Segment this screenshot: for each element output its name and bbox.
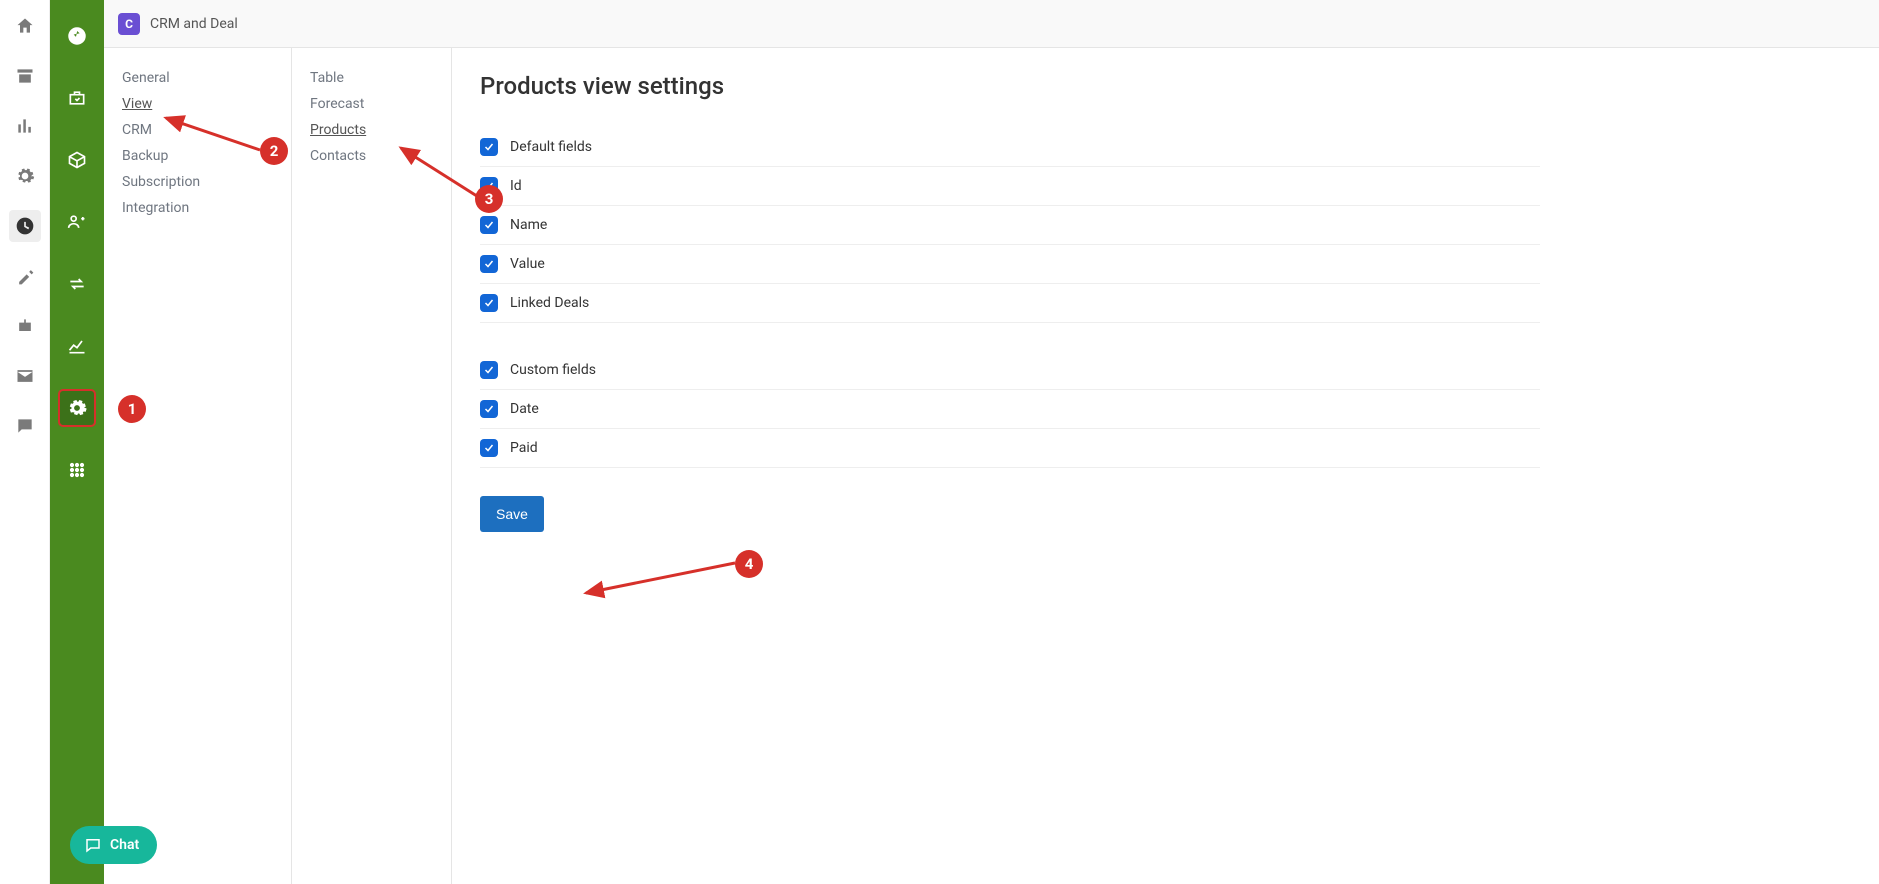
checkbox-icon[interactable] (480, 255, 498, 273)
apps-grid-icon[interactable] (59, 452, 95, 488)
box-icon[interactable] (59, 142, 95, 178)
app-crm-icon[interactable] (9, 210, 41, 242)
settings-nav-item[interactable]: General (122, 70, 271, 86)
annotation-badge-1: 1 (118, 395, 146, 423)
page-title: Products view settings (480, 72, 1839, 100)
settings-nav-item[interactable]: Backup (122, 148, 271, 164)
users-icon[interactable] (59, 204, 95, 240)
trend-icon[interactable] (59, 328, 95, 364)
header-bar: C CRM and Deal (104, 0, 1879, 48)
briefcase-icon[interactable] (59, 80, 95, 116)
field-row[interactable]: Id (480, 167, 1540, 206)
settings-nav-item[interactable]: Subscription (122, 174, 271, 190)
content-area: Products view settings Default fields Id… (452, 48, 1879, 884)
checkbox-icon[interactable] (480, 294, 498, 312)
default-fields-toggle[interactable]: Default fields (480, 128, 1540, 167)
checkbox-icon[interactable] (480, 138, 498, 156)
checkbox-icon[interactable] (480, 439, 498, 457)
chat-label: Chat (110, 837, 139, 853)
chat-button[interactable]: Chat (70, 826, 157, 864)
archive-icon[interactable] (9, 60, 41, 92)
field-label: Name (510, 217, 547, 233)
field-label: Value (510, 256, 545, 272)
field-row[interactable]: Linked Deals (480, 284, 1540, 323)
field-label: Paid (510, 440, 538, 456)
field-label: Id (510, 178, 522, 194)
view-subnav-item[interactable]: Contacts (310, 148, 431, 164)
chat-icon (84, 836, 102, 854)
app-logo-icon[interactable] (59, 18, 95, 54)
settings-nav-item[interactable]: View (122, 96, 271, 112)
view-subnav-item[interactable]: Forecast (310, 96, 431, 112)
annotation-badge-2: 2 (260, 137, 288, 165)
group-label: Custom fields (510, 362, 596, 378)
annotation-badge-4: 4 (735, 550, 763, 578)
comment-icon[interactable] (9, 410, 41, 442)
field-row[interactable]: Name (480, 206, 1540, 245)
annotation-badge-3: 3 (475, 185, 503, 213)
save-button[interactable]: Save (480, 496, 544, 532)
checkbox-icon[interactable] (480, 216, 498, 234)
chart-icon[interactable] (9, 110, 41, 142)
home-icon[interactable] (9, 10, 41, 42)
settings-gear-icon[interactable] (59, 390, 95, 426)
view-subnav-item[interactable]: Table (310, 70, 431, 86)
view-subnav: Table Forecast Products Contacts (292, 48, 452, 884)
gear-grey-icon[interactable] (9, 160, 41, 192)
group-label: Default fields (510, 139, 592, 155)
view-subnav-item[interactable]: Products (310, 122, 431, 138)
field-label: Date (510, 401, 539, 417)
field-row[interactable]: Date (480, 390, 1540, 429)
app-header-icon: C (118, 13, 140, 35)
wand-icon[interactable] (9, 260, 41, 292)
app-sidebar (50, 0, 104, 884)
field-label: Linked Deals (510, 295, 589, 311)
field-row[interactable]: Value (480, 245, 1540, 284)
settings-nav: General View CRM Backup Subscription Integrat… (104, 48, 292, 884)
robot-icon[interactable] (9, 310, 41, 342)
outer-rail (0, 0, 50, 884)
checkbox-icon[interactable] (480, 400, 498, 418)
custom-fields-toggle[interactable]: Custom fields (480, 351, 1540, 390)
field-row[interactable]: Paid (480, 429, 1540, 468)
transfer-icon[interactable] (59, 266, 95, 302)
settings-nav-item[interactable]: Integration (122, 200, 271, 216)
checkbox-icon[interactable] (480, 361, 498, 379)
mail-icon[interactable] (9, 360, 41, 392)
header-title: CRM and Deal (150, 16, 238, 32)
settings-nav-item[interactable]: CRM (122, 122, 271, 138)
